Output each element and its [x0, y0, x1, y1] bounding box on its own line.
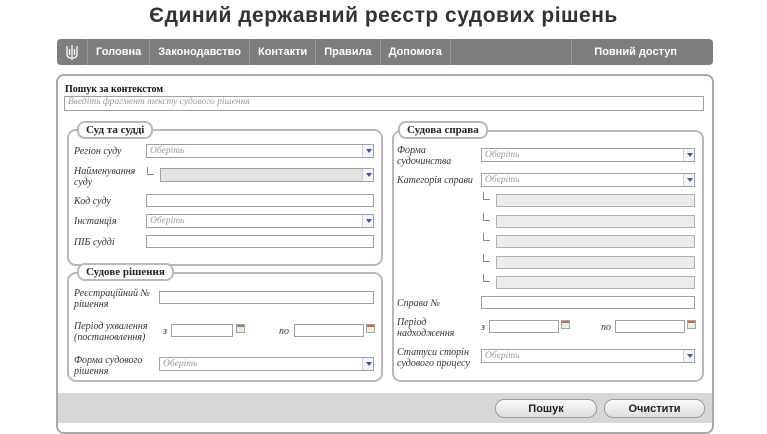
subcategory-field-4[interactable] [496, 256, 695, 269]
receipt-period-label: Період надходження [397, 317, 455, 339]
nav-spacer [449, 39, 571, 65]
judge-input[interactable] [146, 235, 374, 248]
proceeding-form-value: Оберіть [485, 150, 520, 160]
decision-date-to[interactable] [294, 324, 364, 337]
clear-button[interactable]: Очистити [604, 399, 705, 418]
nav-home[interactable]: Головна [87, 39, 149, 65]
judge-label: ПІБ судді [74, 237, 115, 248]
calendar-icon[interactable] [687, 320, 696, 329]
region-label: Регіон суду [74, 146, 122, 157]
court-code-input[interactable] [146, 194, 374, 207]
calendar-icon[interactable] [561, 320, 570, 329]
party-status-value: Оберіть [485, 351, 520, 361]
nav-legislation[interactable]: Законодавство [149, 39, 249, 65]
decision-date-from[interactable] [171, 324, 233, 337]
case-category-value: Оберіть [485, 175, 520, 185]
receipt-date-to[interactable] [615, 320, 685, 333]
case-category-label: Категорія справи [397, 175, 473, 186]
chevron-down-icon [362, 169, 373, 181]
chevron-down-icon [683, 174, 694, 186]
court-code-label: Код суду [74, 196, 111, 207]
subcategory-field-1[interactable] [496, 194, 695, 207]
decision-period-to-label: по [279, 326, 289, 337]
chevron-down-icon [683, 149, 694, 161]
subcategory-checkbox-1[interactable] [483, 192, 490, 200]
instance-label: Інстанція [74, 216, 117, 227]
instance-select[interactable]: Оберіть [146, 214, 374, 228]
decision-period-label: Період ухвалення (постановлення) [74, 321, 148, 343]
case-category-select[interactable]: Оберіть [481, 173, 695, 187]
court-name-checkbox[interactable] [147, 167, 154, 175]
calendar-icon[interactable] [366, 324, 375, 333]
subcategory-checkbox-4[interactable] [483, 254, 490, 262]
reg-number-input[interactable] [159, 291, 374, 304]
court-name-select[interactable] [160, 168, 374, 182]
proceeding-form-select[interactable]: Оберіть [481, 148, 695, 162]
court-legend: Суд та судді [77, 121, 154, 139]
subcategory-field-3[interactable] [496, 235, 695, 248]
page-title: Єдиний державний реєстр судових рішень [149, 4, 618, 27]
subcategory-field-5[interactable] [496, 276, 695, 289]
proceeding-form-label: Форма судочинства [397, 145, 452, 167]
court-name-label: Найменування суду [74, 166, 136, 188]
context-search-label: Пошук за контекстом [65, 84, 164, 95]
main-nav: Головна Законодавство Контакти Правила Д… [57, 39, 713, 65]
search-button[interactable]: Пошук [495, 399, 597, 418]
case-number-input[interactable] [481, 296, 695, 309]
decision-form-select[interactable]: Оберіть [159, 357, 374, 371]
reg-number-label: Реєстраційний № рішення [74, 288, 150, 310]
case-legend: Судова справа [398, 121, 488, 139]
subcategory-checkbox-3[interactable] [483, 233, 490, 241]
instance-select-value: Оберіть [150, 216, 185, 226]
decision-form-value: Оберіть [163, 359, 198, 369]
nav-contacts[interactable]: Контакти [248, 39, 315, 65]
party-status-select[interactable]: Оберіть [481, 349, 695, 363]
trident-icon[interactable] [57, 39, 87, 65]
subcategory-checkbox-5[interactable] [483, 274, 490, 282]
calendar-icon[interactable] [236, 324, 245, 333]
decision-legend: Судове рішення [77, 263, 174, 281]
nav-help[interactable]: Допомога [379, 39, 450, 65]
case-number-label: Справа № [397, 298, 440, 309]
chevron-down-icon [362, 145, 373, 157]
nav-rules[interactable]: Правила [315, 39, 379, 65]
decision-form-label: Форма судового рішення [74, 355, 143, 377]
receipt-date-from[interactable] [489, 320, 559, 333]
chevron-down-icon [362, 215, 373, 227]
region-select-value: Оберіть [150, 146, 185, 156]
receipt-period-from-label: з [481, 322, 485, 333]
region-select[interactable]: Оберіть [146, 144, 374, 158]
receipt-period-to-label: по [601, 322, 611, 333]
chevron-down-icon [362, 358, 373, 370]
nav-full-access[interactable]: Повний доступ [571, 39, 713, 65]
decision-period-from-label: з [163, 326, 167, 337]
subcategory-checkbox-2[interactable] [483, 213, 490, 221]
context-search-input[interactable]: Введіть фрагмент тексту судового рішення [64, 96, 704, 111]
subcategory-field-2[interactable] [496, 215, 695, 228]
chevron-down-icon [683, 350, 694, 362]
party-status-label: Статуси сторін судового процесу [397, 347, 470, 369]
